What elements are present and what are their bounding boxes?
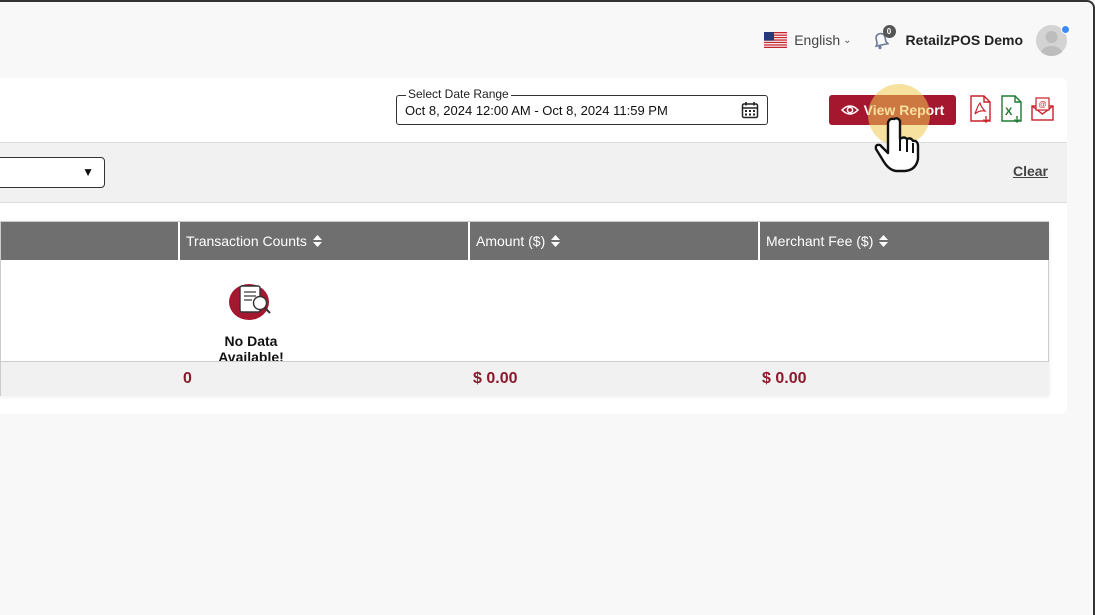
filter-select[interactable]: ▼ [0,157,105,188]
chevron-down-icon: ⌄ [843,34,852,46]
report-table: Transaction Counts Amount ($) Merchant F… [0,221,1049,396]
view-report-label: View Report [863,102,945,118]
language-selector[interactable]: English ⌄ [764,32,852,48]
export-actions: X @ [968,95,1055,123]
notification-badge: 0 [882,25,896,38]
column-merchant-fee[interactable]: Merchant Fee ($) [758,222,1049,260]
date-range-field[interactable]: Select Date Range Oct 8, 2024 12:00 AM -… [396,87,768,125]
view-report-button[interactable]: View Report [829,95,956,125]
notification-bell[interactable]: 0 [870,25,896,51]
email-icon[interactable]: @ [1030,95,1055,123]
total-merchant-fee: $ 0.00 [762,370,807,387]
column-label: Amount ($) [476,233,546,249]
dropdown-arrow-icon: ▼ [82,165,94,179]
pdf-icon[interactable] [968,95,993,123]
table-header: Transaction Counts Amount ($) Merchant F… [1,222,1049,260]
language-label: English [794,32,841,48]
column-amount[interactable]: Amount ($) [468,222,759,260]
eye-icon [840,105,859,115]
table-totals-row: 0 $ 0.00 $ 0.00 [1,361,1049,396]
column-transaction-counts[interactable]: Transaction Counts [178,222,469,260]
column-label: Transaction Counts [186,233,307,249]
sort-icon [551,235,561,247]
total-transaction-counts: 0 [183,370,192,387]
svg-text:@: @ [1039,100,1047,109]
no-data-icon [229,284,271,320]
filter-bar: ▼ Clear [0,142,1067,203]
column-label: Merchant Fee ($) [766,233,874,249]
sort-icon [879,235,889,247]
excel-icon[interactable]: X [999,95,1024,123]
report-card: Select Date Range Oct 8, 2024 12:00 AM -… [0,78,1067,414]
flag-us-icon [764,32,788,48]
clear-link[interactable]: Clear [1013,163,1048,179]
svg-text:X: X [1005,106,1013,118]
sort-icon [312,235,322,247]
calendar-icon[interactable] [741,101,759,119]
user-name[interactable]: RetailzPOS Demo [906,32,1023,48]
top-header: English ⌄ 0 RetailzPOS Demo [764,22,1070,58]
online-status-dot [1061,25,1070,34]
empty-state: No Data Available! [191,280,311,365]
date-range-label: Select Date Range [406,87,511,101]
total-amount: $ 0.00 [473,370,518,387]
date-range-value: Oct 8, 2024 12:00 AM - Oct 8, 2024 11:59… [405,103,668,118]
